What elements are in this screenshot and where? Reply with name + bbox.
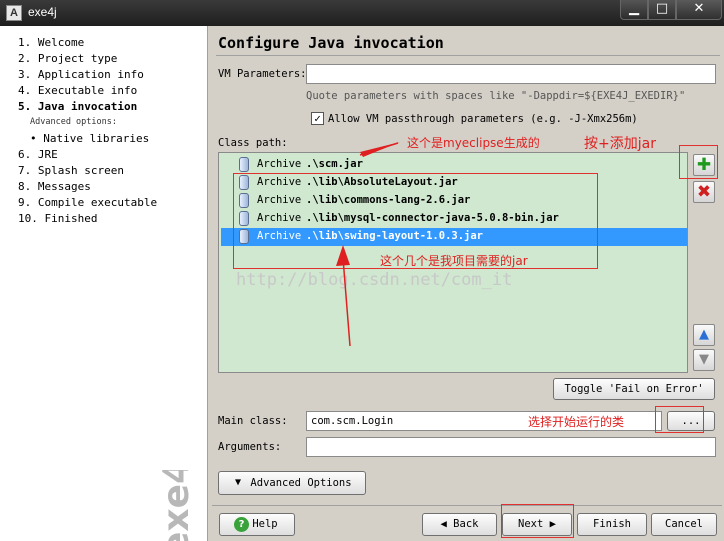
annotation-box-browse	[655, 406, 704, 433]
help-button[interactable]: ? Help	[219, 513, 295, 536]
svg-text:exe4j: exe4j	[156, 470, 197, 541]
arguments-input[interactable]	[306, 437, 716, 457]
nav-item-welcome[interactable]: 1. Welcome	[18, 36, 84, 49]
archive-icon	[239, 157, 249, 172]
annotation-box-next	[501, 504, 574, 538]
app-icon: A	[6, 5, 22, 21]
footer-divider	[212, 505, 722, 506]
nav-item-native-libraries[interactable]: • Native libraries	[30, 132, 149, 145]
annotation-myeclipse: 这个是myeclipse生成的	[407, 136, 540, 150]
vm-passthrough-label[interactable]: Allow VM passthrough parameters (e.g. -J…	[328, 113, 638, 125]
class-path-entry[interactable]: Archive .\scm.jar	[221, 156, 687, 174]
page-title: Configure Java invocation	[218, 34, 444, 52]
finish-button[interactable]: Finish	[577, 513, 647, 536]
nav-item-jre[interactable]: 6. JRE	[18, 148, 58, 161]
annotation-box-add-button	[679, 145, 718, 179]
move-down-button[interactable]: ▼	[693, 349, 715, 371]
arguments-label: Arguments:	[218, 441, 282, 453]
advanced-options-button[interactable]: ▼ Advanced Options	[218, 471, 366, 495]
title-bar[interactable]: A exe4j ▁ □ ✕	[0, 0, 724, 26]
entry-path: .\scm.jar	[306, 158, 363, 170]
nav-advanced-options-label: Advanced options:	[30, 117, 117, 127]
exe4j-logo: exe4j	[156, 470, 197, 541]
nav-item-messages[interactable]: 8. Messages	[18, 180, 91, 193]
annotation-main-class: 选择开始运行的类	[528, 415, 625, 429]
nav-item-finished[interactable]: 10. Finished	[18, 212, 97, 225]
close-button[interactable]: ✕	[676, 0, 722, 20]
nav-item-compile-executable[interactable]: 9. Compile executable	[18, 196, 157, 209]
minimize-button[interactable]: ▁	[620, 0, 648, 20]
remove-classpath-button[interactable]: ✖	[693, 181, 715, 203]
maximize-button[interactable]: □	[648, 0, 676, 20]
nav-item-splash-screen[interactable]: 7. Splash screen	[18, 164, 124, 177]
class-path-label: Class path:	[218, 137, 288, 149]
nav-item-executable-info[interactable]: 4. Executable info	[18, 84, 137, 97]
toggle-fail-on-error-button[interactable]: Toggle 'Fail on Error'	[553, 378, 715, 400]
dropdown-arrow-icon: ▼	[235, 477, 242, 488]
vm-parameters-label: VM Parameters:	[218, 68, 307, 80]
title-divider	[216, 55, 720, 56]
vm-parameters-hint: Quote parameters with spaces like "-Dapp…	[306, 90, 686, 102]
help-icon: ?	[234, 517, 249, 532]
window-title: exe4j	[28, 5, 57, 19]
watermark: http://blog.csdn.net/com_it	[236, 270, 513, 290]
annotation-add-jar: 按+添加jar	[584, 136, 656, 152]
cancel-button[interactable]: Cancel	[651, 513, 717, 536]
main-class-label: Main class:	[218, 415, 288, 427]
wizard-steps-panel: 1. Welcome 2. Project type 3. Applicatio…	[0, 26, 208, 541]
nav-item-application-info[interactable]: 3. Application info	[18, 68, 144, 81]
back-button[interactable]: ◀ Back	[422, 513, 497, 536]
help-label: Help	[252, 518, 278, 530]
nav-item-java-invocation[interactable]: 5. Java invocation	[18, 100, 137, 113]
annotation-project-jars: 这个几个是我项目需要的jar	[380, 254, 528, 268]
vm-parameters-input[interactable]	[306, 64, 716, 84]
advanced-options-label: Advanced Options	[250, 477, 352, 489]
move-up-button[interactable]: ▲	[693, 324, 715, 346]
vm-passthrough-checkbox[interactable]: ✓	[311, 112, 324, 125]
nav-item-project-type[interactable]: 2. Project type	[18, 52, 117, 65]
entry-type: Archive	[257, 158, 302, 170]
